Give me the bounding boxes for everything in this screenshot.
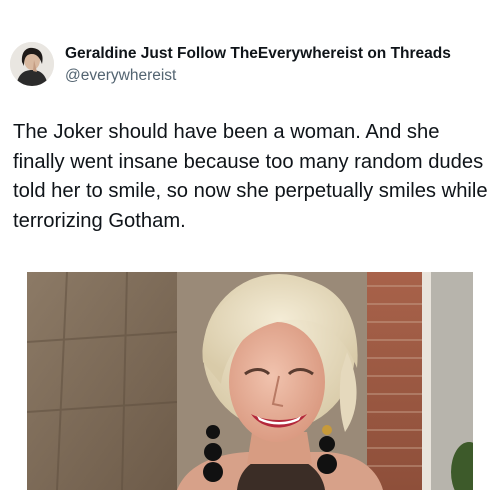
author-handle[interactable]: @everywhereist bbox=[65, 66, 451, 85]
avatar-image bbox=[10, 42, 54, 86]
post-text: The Joker should have been a woman. And … bbox=[13, 121, 488, 232]
author-block: Geraldine Just Follow TheEverywhereist o… bbox=[65, 44, 451, 85]
post-media-image[interactable] bbox=[27, 272, 473, 490]
avatar[interactable] bbox=[10, 42, 54, 86]
photo-illustration bbox=[27, 272, 473, 490]
author-display-name[interactable]: Geraldine Just Follow TheEverywhereist o… bbox=[65, 44, 451, 63]
post-header: Geraldine Just Follow TheEverywhereist o… bbox=[10, 42, 451, 86]
